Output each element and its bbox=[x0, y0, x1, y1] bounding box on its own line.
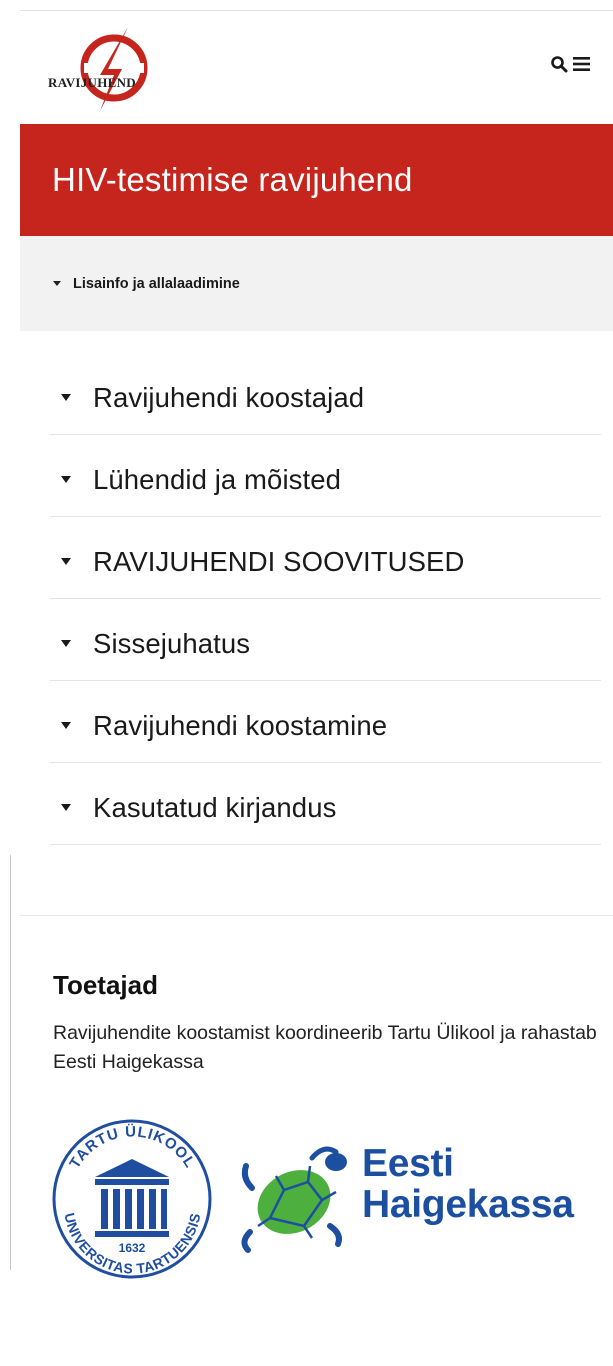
ravijuhend-logo[interactable]: RAVIJUHEND bbox=[48, 23, 208, 113]
logo-text: RAVIJUHEND bbox=[48, 75, 136, 90]
info-bar-toggle[interactable]: Lisainfo ja allalaadimine bbox=[20, 236, 613, 331]
haigekassa-line2: Haigekassa bbox=[362, 1183, 574, 1226]
sponsors-heading: Toetajad bbox=[53, 970, 158, 1000]
table-of-contents: Ravijuhendi koostajad Lühendid ja mõiste… bbox=[20, 331, 613, 845]
toc-item-koostajad[interactable]: Ravijuhendi koostajad bbox=[50, 353, 601, 435]
footer-divider bbox=[20, 915, 613, 916]
toc-item-koostamine[interactable]: Ravijuhendi koostamine bbox=[50, 681, 601, 763]
title-banner: HIV-testimise ravijuhend bbox=[20, 124, 613, 236]
haigekassa-line1: Eesti bbox=[362, 1142, 454, 1185]
caret-down-icon bbox=[61, 640, 71, 647]
caret-down-icon bbox=[61, 394, 71, 401]
info-bar-label: Lisainfo ja allalaadimine bbox=[73, 275, 240, 292]
toc-item-label: Sissejuhatus bbox=[93, 627, 251, 659]
tartu-ulikool-logo[interactable]: TARTU ÜLIKOOL UNIVERSITAS TARTUENSIS 163… bbox=[50, 1115, 215, 1283]
sponsor-logos: TARTU ÜLIKOOL UNIVERSITAS TARTUENSIS 163… bbox=[50, 1115, 610, 1290]
eesti-haigekassa-logo[interactable]: Eesti Haigekassa bbox=[232, 1125, 612, 1275]
gutter-line bbox=[10, 855, 11, 1270]
haigekassa-wordmark: Eesti Haigekassa bbox=[362, 1143, 574, 1225]
page-title: HIV-testimise ravijuhend bbox=[52, 161, 413, 198]
toc-item-label: Lühendid ja mõisted bbox=[93, 463, 342, 495]
sponsors-section: Toetajad Ravijuhendite koostamist koordi… bbox=[53, 970, 613, 1077]
toc-item-label: RAVIJUHENDI SOOVITUSED bbox=[93, 545, 465, 577]
caret-down-icon bbox=[61, 558, 71, 565]
caret-down-icon bbox=[53, 281, 61, 286]
toc-item-label: Ravijuhendi koostajad bbox=[93, 381, 365, 413]
toc-item-sissejuhatus[interactable]: Sissejuhatus bbox=[50, 599, 601, 681]
header-icons bbox=[550, 55, 591, 78]
caret-down-icon bbox=[61, 476, 71, 483]
menu-icon[interactable] bbox=[573, 56, 591, 77]
toc-item-soovitused[interactable]: RAVIJUHENDI SOOVITUSED bbox=[50, 517, 601, 599]
site-header: RAVIJUHEND bbox=[20, 11, 613, 124]
tartu-seal-graphic: TARTU ÜLIKOOL UNIVERSITAS TARTUENSIS 163… bbox=[52, 1119, 212, 1279]
svg-text:1632: 1632 bbox=[119, 1241, 146, 1255]
ravijuhend-logo-mark bbox=[80, 27, 148, 111]
sponsors-text: Ravijuhendite koostamist koordineerib Ta… bbox=[53, 1022, 597, 1073]
toc-item-kirjandus[interactable]: Kasutatud kirjandus bbox=[50, 763, 601, 845]
caret-down-icon bbox=[61, 722, 71, 729]
turtle-icon bbox=[241, 1146, 347, 1253]
caret-down-icon bbox=[61, 804, 71, 811]
toc-item-label: Kasutatud kirjandus bbox=[93, 791, 337, 823]
toc-item-luhendid[interactable]: Lühendid ja mõisted bbox=[50, 435, 601, 517]
search-icon[interactable] bbox=[550, 55, 568, 78]
toc-item-label: Ravijuhendi koostamine bbox=[93, 709, 388, 741]
page: RAVIJUHEND HIV-testimise ravijuhend Lisa… bbox=[20, 11, 613, 845]
